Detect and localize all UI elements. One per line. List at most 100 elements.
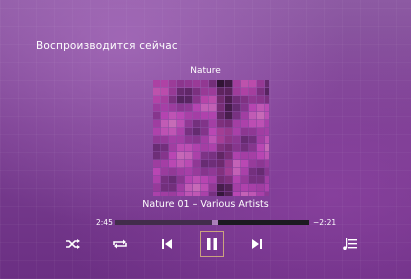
cover-tile bbox=[169, 184, 177, 192]
cover-tile bbox=[249, 104, 257, 112]
shuffle-button[interactable] bbox=[63, 234, 83, 254]
cover-tile bbox=[177, 152, 185, 160]
cover-tile bbox=[201, 192, 209, 196]
cover-tile bbox=[193, 104, 201, 112]
cover-tile bbox=[201, 80, 209, 88]
cover-tile bbox=[217, 160, 225, 168]
skip-next-icon bbox=[252, 239, 262, 249]
cover-tile bbox=[185, 144, 193, 152]
cover-tile bbox=[177, 168, 185, 176]
cover-tile bbox=[217, 168, 225, 176]
cover-tile bbox=[177, 128, 185, 136]
cover-tile bbox=[209, 152, 217, 160]
cover-tile bbox=[201, 160, 209, 168]
cover-tile bbox=[249, 144, 257, 152]
cover-tile bbox=[233, 192, 241, 196]
cover-tile bbox=[177, 112, 185, 120]
cover-tile bbox=[257, 192, 265, 196]
cover-tile bbox=[233, 96, 241, 104]
cover-tile bbox=[185, 168, 193, 176]
cover-tile bbox=[265, 192, 269, 196]
cover-tile bbox=[257, 112, 265, 120]
skip-previous-icon bbox=[162, 239, 172, 249]
cover-tile bbox=[225, 88, 233, 96]
previous-track-button[interactable] bbox=[157, 234, 177, 254]
album-title: Nature bbox=[190, 66, 221, 76]
cover-tile bbox=[209, 136, 217, 144]
cover-tile bbox=[257, 136, 265, 144]
cover-tile bbox=[161, 136, 169, 144]
cover-tile bbox=[185, 88, 193, 96]
cover-tile bbox=[161, 96, 169, 104]
page-title: Воспроизводится сейчас bbox=[36, 40, 178, 52]
cover-tile bbox=[169, 96, 177, 104]
cover-tile bbox=[225, 144, 233, 152]
cover-tile bbox=[185, 104, 193, 112]
progress-remaining-track bbox=[218, 220, 309, 225]
cover-tile bbox=[257, 80, 265, 88]
cover-tile bbox=[153, 136, 161, 144]
cover-tile bbox=[249, 192, 257, 196]
cover-tile bbox=[169, 120, 177, 128]
cover-tile bbox=[265, 176, 269, 184]
cover-tile bbox=[185, 96, 193, 104]
next-track-button[interactable] bbox=[247, 234, 267, 254]
cover-tile bbox=[249, 160, 257, 168]
cover-tile bbox=[193, 128, 201, 136]
cover-tile bbox=[265, 144, 269, 152]
cover-tile bbox=[153, 80, 161, 88]
pause-button[interactable] bbox=[200, 231, 224, 257]
album-cover bbox=[153, 80, 269, 196]
cover-tile bbox=[177, 192, 185, 196]
cover-tile bbox=[241, 168, 249, 176]
time-remaining: −2:21 bbox=[313, 218, 337, 227]
cover-tile bbox=[201, 176, 209, 184]
cover-tile bbox=[193, 136, 201, 144]
cover-tile bbox=[161, 168, 169, 176]
cover-tile bbox=[209, 168, 217, 176]
cover-tile bbox=[209, 176, 217, 184]
track-info: Nature 01 – Various Artists bbox=[142, 199, 269, 210]
cover-tile bbox=[153, 120, 161, 128]
cover-tile bbox=[265, 152, 269, 160]
cover-tile bbox=[225, 176, 233, 184]
repeat-button[interactable] bbox=[110, 234, 130, 254]
cover-tile bbox=[241, 136, 249, 144]
cover-tile bbox=[161, 184, 169, 192]
cover-tile bbox=[233, 168, 241, 176]
cover-tile bbox=[193, 88, 201, 96]
cover-tile bbox=[169, 160, 177, 168]
cover-tile bbox=[257, 128, 265, 136]
cover-tile bbox=[257, 96, 265, 104]
cover-tile bbox=[161, 80, 169, 88]
cover-tile bbox=[209, 184, 217, 192]
cover-tile bbox=[153, 184, 161, 192]
cover-tile bbox=[217, 120, 225, 128]
cover-tile bbox=[249, 120, 257, 128]
cover-tile bbox=[153, 104, 161, 112]
cover-tile bbox=[257, 88, 265, 96]
progress-bar[interactable] bbox=[115, 220, 309, 225]
cover-tile bbox=[257, 176, 265, 184]
cover-tile bbox=[217, 136, 225, 144]
cover-tile bbox=[201, 88, 209, 96]
cover-tile bbox=[249, 176, 257, 184]
cover-tile bbox=[185, 192, 193, 196]
cover-tile bbox=[225, 136, 233, 144]
cover-tile bbox=[185, 112, 193, 120]
cover-tile bbox=[169, 168, 177, 176]
cover-tile bbox=[257, 184, 265, 192]
cover-tile bbox=[161, 192, 169, 196]
cover-tile bbox=[241, 120, 249, 128]
cover-tile bbox=[161, 160, 169, 168]
cover-tile bbox=[257, 104, 265, 112]
cover-tile bbox=[177, 104, 185, 112]
shuffle-icon bbox=[66, 239, 80, 249]
cover-tile bbox=[193, 96, 201, 104]
cover-tile bbox=[265, 136, 269, 144]
cover-tile bbox=[241, 80, 249, 88]
cover-tile bbox=[193, 168, 201, 176]
cover-tile bbox=[153, 168, 161, 176]
playlist-button[interactable] bbox=[340, 234, 360, 254]
cover-tile bbox=[161, 152, 169, 160]
